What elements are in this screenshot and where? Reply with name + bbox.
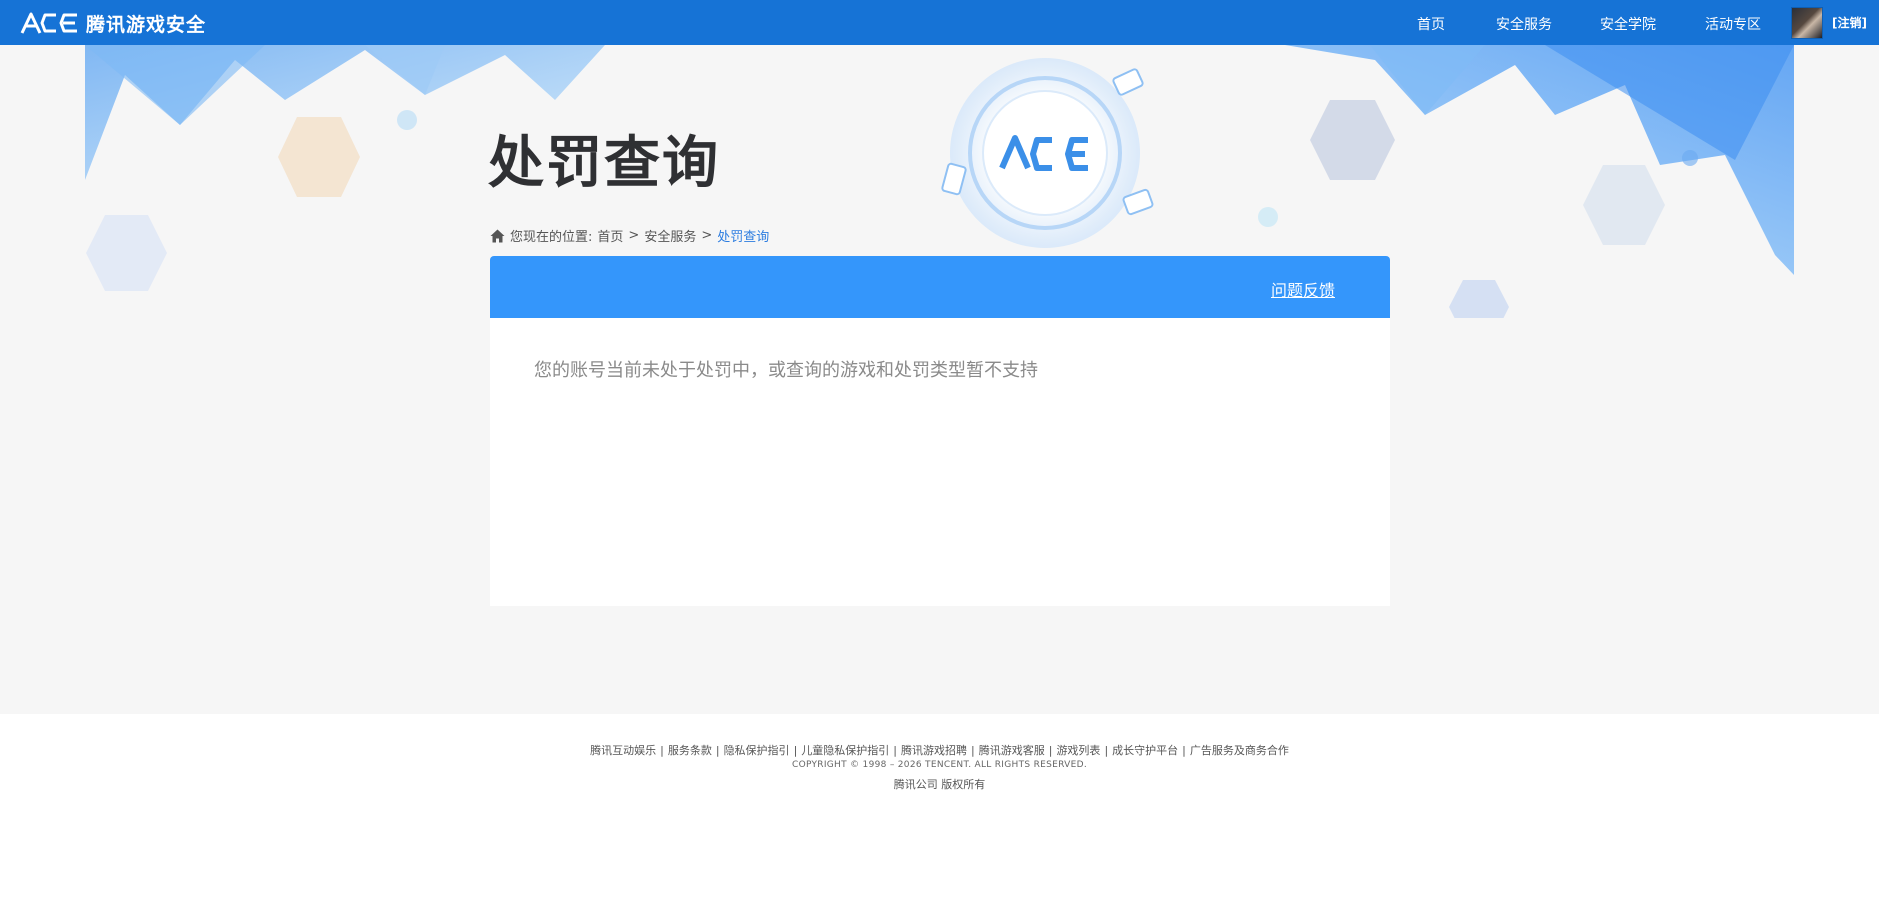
copyright-text: COPYRIGHT © 1998 – 2026 TENCENT. ALL RIG…	[791, 760, 1088, 770]
nav-security-service[interactable]: 安全服务	[1496, 14, 1552, 34]
footer-separator: |	[793, 744, 798, 757]
nav-security-academy[interactable]: 安全学院	[1600, 14, 1656, 34]
site-logo[interactable]: 腾讯游戏安全	[20, 9, 206, 37]
footer-link-terms[interactable]: 服务条款	[668, 744, 712, 757]
footer-separator: |	[1104, 744, 1109, 757]
footer-separator: |	[660, 744, 664, 757]
footer-link-tencent-games[interactable]: 腾讯互动娱乐	[590, 744, 656, 757]
home-icon	[490, 229, 505, 242]
breadcrumb-security-service[interactable]: 安全服务	[644, 226, 696, 245]
panel-body: 您的账号当前未处于处罚中，或查询的游戏和处罚类型暂不支持	[490, 318, 1390, 606]
feedback-link[interactable]: 问题反馈	[1271, 277, 1335, 301]
footer-link-growth-guardian[interactable]: 成长守护平台	[1112, 744, 1178, 757]
footer-link-customer-service[interactable]: 腾讯游戏客服	[979, 744, 1045, 757]
footer-separator: |	[715, 744, 720, 757]
nav-home[interactable]: 首页	[1417, 14, 1445, 34]
breadcrumb-home[interactable]: 首页	[597, 226, 623, 245]
logout-link[interactable]: [注销]	[1832, 14, 1867, 31]
page-title: 处罚查询	[488, 131, 720, 196]
footer-link-privacy[interactable]: 隐私保护指引	[724, 744, 790, 757]
top-navigation-bar: 腾讯游戏安全 首页 安全服务 安全学院 活动专区 [注销]	[0, 0, 1879, 45]
company-text: 腾讯公司 版权所有	[893, 778, 986, 791]
breadcrumb-separator: >	[701, 228, 713, 243]
breadcrumb-prefix: 您现在的位置:	[510, 230, 593, 245]
breadcrumb-current: 处罚查询	[717, 230, 770, 245]
footer: 腾讯互动娱乐 | 服务条款 | 隐私保护指引 | 儿童隐私保护指引 | 腾讯游戏招聘 | 腾讯游戏客…	[0, 714, 1879, 911]
nav-activity-zone[interactable]: 活动专区	[1705, 14, 1761, 34]
user-avatar[interactable]	[1791, 7, 1823, 39]
footer-separator: |	[893, 744, 897, 757]
footer-link-game-list[interactable]: 游戏列表	[1056, 744, 1100, 757]
ace-logo-icon	[20, 12, 77, 34]
panel-header: 问题反馈	[490, 256, 1390, 318]
footer-link-careers[interactable]: 腾讯游戏招聘	[901, 744, 967, 757]
footer-separator: |	[1182, 744, 1186, 757]
footer-separator: |	[1048, 744, 1053, 757]
breadcrumb-separator: >	[628, 228, 640, 243]
breadcrumb: 您现在的位置: 首页 > 安全服务 > 处罚查询	[490, 226, 769, 245]
footer-separator: |	[971, 744, 975, 757]
footer-link-ads-business[interactable]: 广告服务及商务合作	[1190, 744, 1289, 757]
footer-link-child-privacy[interactable]: 儿童隐私保护指引	[801, 744, 889, 757]
footer-links: 腾讯互动娱乐 | 服务条款 | 隐私保护指引 | 儿童隐私保护指引 | 腾讯游戏招聘 | 腾讯游戏客…	[0, 742, 1879, 758]
result-message: 您的账号当前未处于处罚中，或查询的游戏和处罚类型暂不支持	[534, 360, 1038, 381]
brand-name: 腾讯游戏安全	[86, 13, 207, 36]
